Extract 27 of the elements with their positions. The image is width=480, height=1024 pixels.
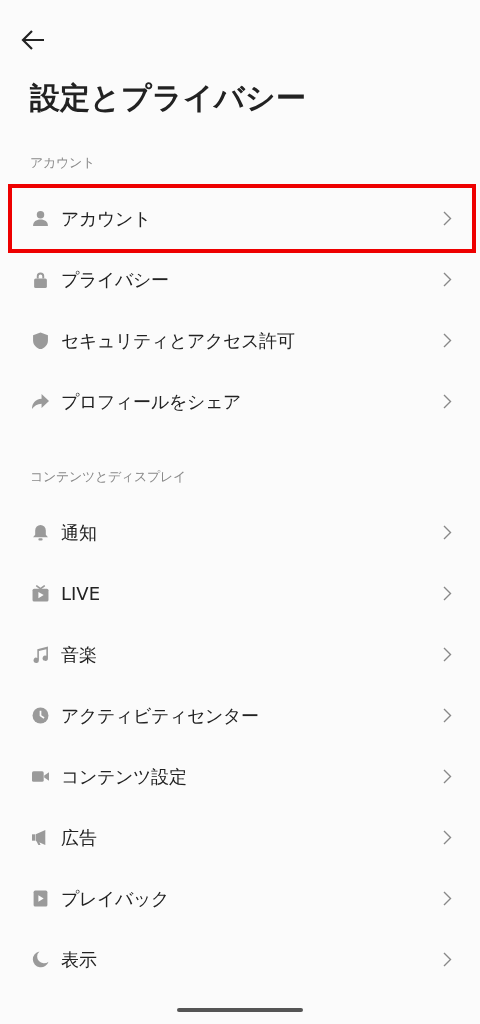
- item-label: 通知: [61, 520, 98, 545]
- item-label: 広告: [61, 825, 98, 850]
- item-label: プライバシー: [61, 267, 170, 292]
- item-label: LIVE: [61, 583, 102, 604]
- item-label: アカウント: [61, 206, 152, 231]
- settings-item[interactable]: 通知: [12, 502, 472, 563]
- settings-item[interactable]: プレイバック: [12, 868, 472, 929]
- settings-item[interactable]: コンテンツ設定: [12, 746, 472, 807]
- section-label: アカウント: [30, 154, 96, 172]
- settings-item[interactable]: アカウント: [12, 188, 472, 249]
- item-label: セキュリティとアクセス許可: [61, 328, 296, 353]
- settings-item[interactable]: 表示: [12, 929, 472, 990]
- settings-item[interactable]: 音楽: [12, 624, 472, 685]
- item-label: コンテンツ設定: [61, 764, 188, 789]
- page-title: 設定とプライバシー: [30, 79, 307, 117]
- section-label: コンテンツとディスプレイ: [30, 468, 187, 486]
- settings-item[interactable]: プライバシー: [12, 249, 472, 310]
- item-label: アクティビティセンター: [61, 703, 260, 728]
- settings-item[interactable]: 広告: [12, 807, 472, 868]
- item-label: 表示: [61, 947, 98, 972]
- settings-item[interactable]: セキュリティとアクセス許可: [12, 310, 472, 371]
- settings-item[interactable]: アクティビティセンター: [12, 685, 472, 746]
- item-label: プレイバック: [61, 886, 170, 911]
- settings-item[interactable]: プロフィールをシェア: [12, 371, 472, 432]
- settings-item[interactable]: LIVE: [12, 563, 472, 624]
- item-label: 音楽: [61, 642, 98, 667]
- item-label: プロフィールをシェア: [61, 389, 242, 414]
